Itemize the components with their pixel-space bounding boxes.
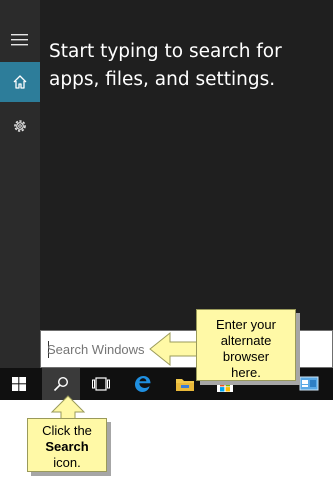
search-prompt-heading: Start typing to search for apps, files, …	[49, 41, 282, 90]
gear-icon	[14, 120, 26, 132]
search-callout: Click the Search icon.	[27, 418, 107, 472]
callout-pointer-arrow	[149, 331, 199, 367]
browser-callout-line: here.	[231, 365, 261, 380]
sidebar-item-settings[interactable]	[0, 106, 40, 146]
browser-callout-line: alternate	[220, 333, 272, 348]
taskbar-task-view-button[interactable]	[82, 368, 120, 400]
search-callout-bold: Search	[45, 439, 89, 454]
search-callout-line: icon.	[53, 455, 81, 470]
search-icon	[53, 376, 69, 392]
browser-callout: Enter your alternate browser here.	[196, 309, 296, 381]
sidebar-rail	[0, 0, 40, 368]
taskbar-edge-button[interactable]	[124, 368, 162, 400]
windows-start-icon	[12, 377, 26, 391]
file-explorer-icon	[176, 379, 194, 391]
task-view-icon	[92, 377, 110, 391]
sidebar-item-menu[interactable]	[0, 20, 40, 60]
home-icon	[13, 75, 27, 89]
browser-callout-line: browser	[222, 349, 270, 364]
search-callout-line: Click the	[42, 423, 92, 438]
control-panel-icon	[299, 376, 319, 391]
edge-icon	[135, 376, 151, 392]
taskbar-start-button[interactable]	[0, 368, 38, 400]
browser-callout-line: Enter your	[216, 317, 276, 332]
hamburger-menu-icon	[11, 34, 28, 46]
sidebar-item-home[interactable]	[0, 62, 40, 102]
